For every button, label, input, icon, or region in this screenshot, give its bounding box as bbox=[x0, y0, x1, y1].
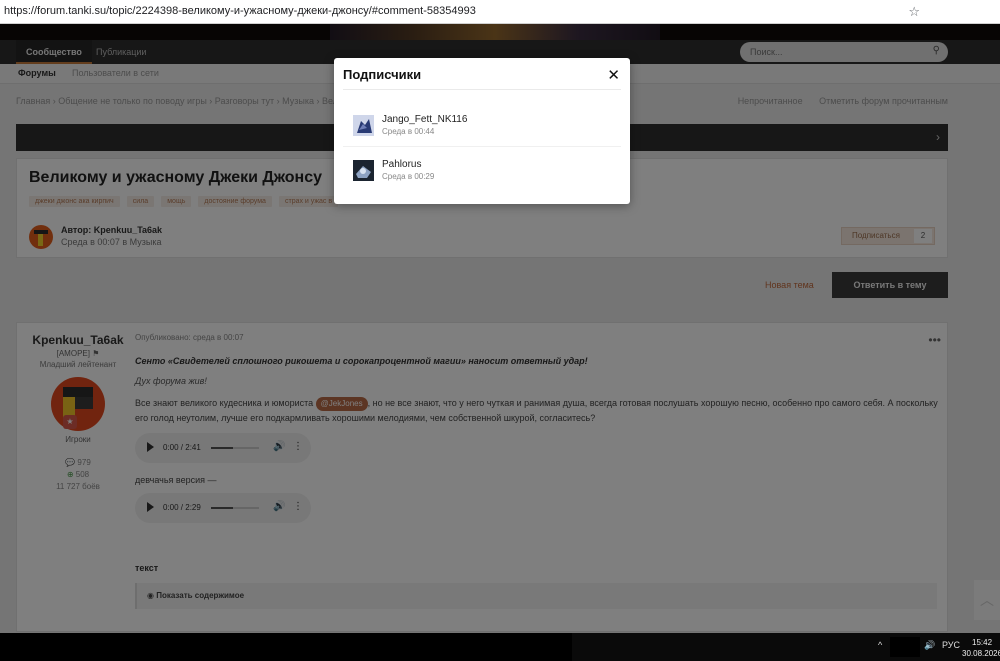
speaker-icon[interactable]: 🔊 bbox=[924, 640, 935, 651]
follower-time: Среда в 00:44 bbox=[382, 127, 435, 136]
follower-avatar[interactable] bbox=[353, 160, 374, 181]
browser-address-bar[interactable]: https://forum.tanki.su/topic/2224398-вел… bbox=[0, 0, 1000, 24]
dialog-title: Подписчики bbox=[343, 67, 422, 82]
chevron-up-icon[interactable]: ^ bbox=[878, 640, 882, 650]
clock[interactable]: 15:42 30.08.2026 bbox=[962, 637, 1000, 659]
taskbar-apps[interactable] bbox=[0, 633, 572, 661]
clock-date: 30.08.2026 bbox=[962, 649, 1000, 658]
follower-item[interactable]: Pahlorus Среда в 00:29 bbox=[353, 155, 615, 191]
follower-time: Среда в 00:29 bbox=[382, 172, 435, 181]
follower-name[interactable]: Jango_Fett_NK116 bbox=[382, 114, 467, 125]
followers-dialog: Подписчики ✕ Jango_Fett_NK116 Среда в 00… bbox=[334, 58, 630, 204]
follower-item[interactable]: Jango_Fett_NK116 Среда в 00:44 bbox=[353, 110, 615, 146]
url-text[interactable]: https://forum.tanki.su/topic/2224398-вел… bbox=[4, 5, 476, 17]
language-indicator[interactable]: РУС bbox=[942, 640, 960, 650]
tray-app[interactable] bbox=[890, 637, 920, 657]
clock-time: 15:42 bbox=[972, 638, 993, 647]
bookmark-star-icon[interactable]: ☆ bbox=[908, 4, 920, 20]
close-icon[interactable]: ✕ bbox=[607, 66, 620, 84]
follower-name[interactable]: Pahlorus bbox=[382, 159, 421, 170]
follower-avatar[interactable] bbox=[353, 115, 374, 136]
os-taskbar: ^ 🔊 РУС 15:42 30.08.2026 bbox=[0, 633, 1000, 661]
